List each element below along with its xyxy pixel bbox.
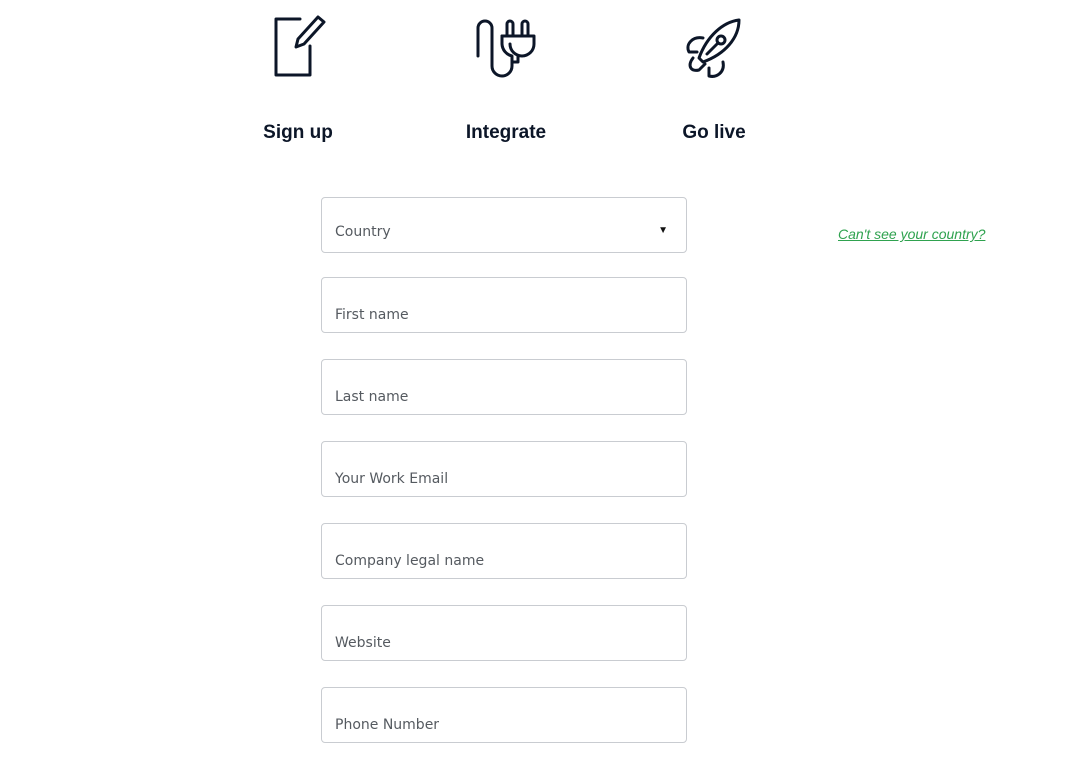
company-legal-name-input[interactable] bbox=[322, 524, 686, 578]
country-select-value: Country bbox=[335, 224, 391, 240]
chevron-down-icon: ▼ bbox=[658, 225, 668, 236]
phone-number-input[interactable] bbox=[322, 688, 686, 742]
step-label: Go live bbox=[682, 122, 746, 143]
country-select[interactable]: Country ▼ bbox=[321, 197, 687, 253]
first-name-input[interactable] bbox=[322, 278, 686, 332]
notepad-pencil-icon bbox=[274, 15, 326, 77]
company-legal-name-field bbox=[321, 523, 687, 579]
rocket-icon bbox=[686, 18, 741, 78]
last-name-input[interactable] bbox=[322, 360, 686, 414]
last-name-field bbox=[321, 359, 687, 415]
work-email-input[interactable] bbox=[322, 442, 686, 496]
website-input[interactable] bbox=[322, 606, 686, 660]
step-label: Integrate bbox=[465, 122, 547, 143]
phone-number-field bbox=[321, 687, 687, 743]
website-field bbox=[321, 605, 687, 661]
plug-icon bbox=[476, 19, 536, 78]
work-email-field bbox=[321, 441, 687, 497]
step-label: Sign up bbox=[263, 122, 333, 143]
first-name-field bbox=[321, 277, 687, 333]
cant-see-country-link[interactable]: Can't see your country? bbox=[838, 226, 985, 242]
